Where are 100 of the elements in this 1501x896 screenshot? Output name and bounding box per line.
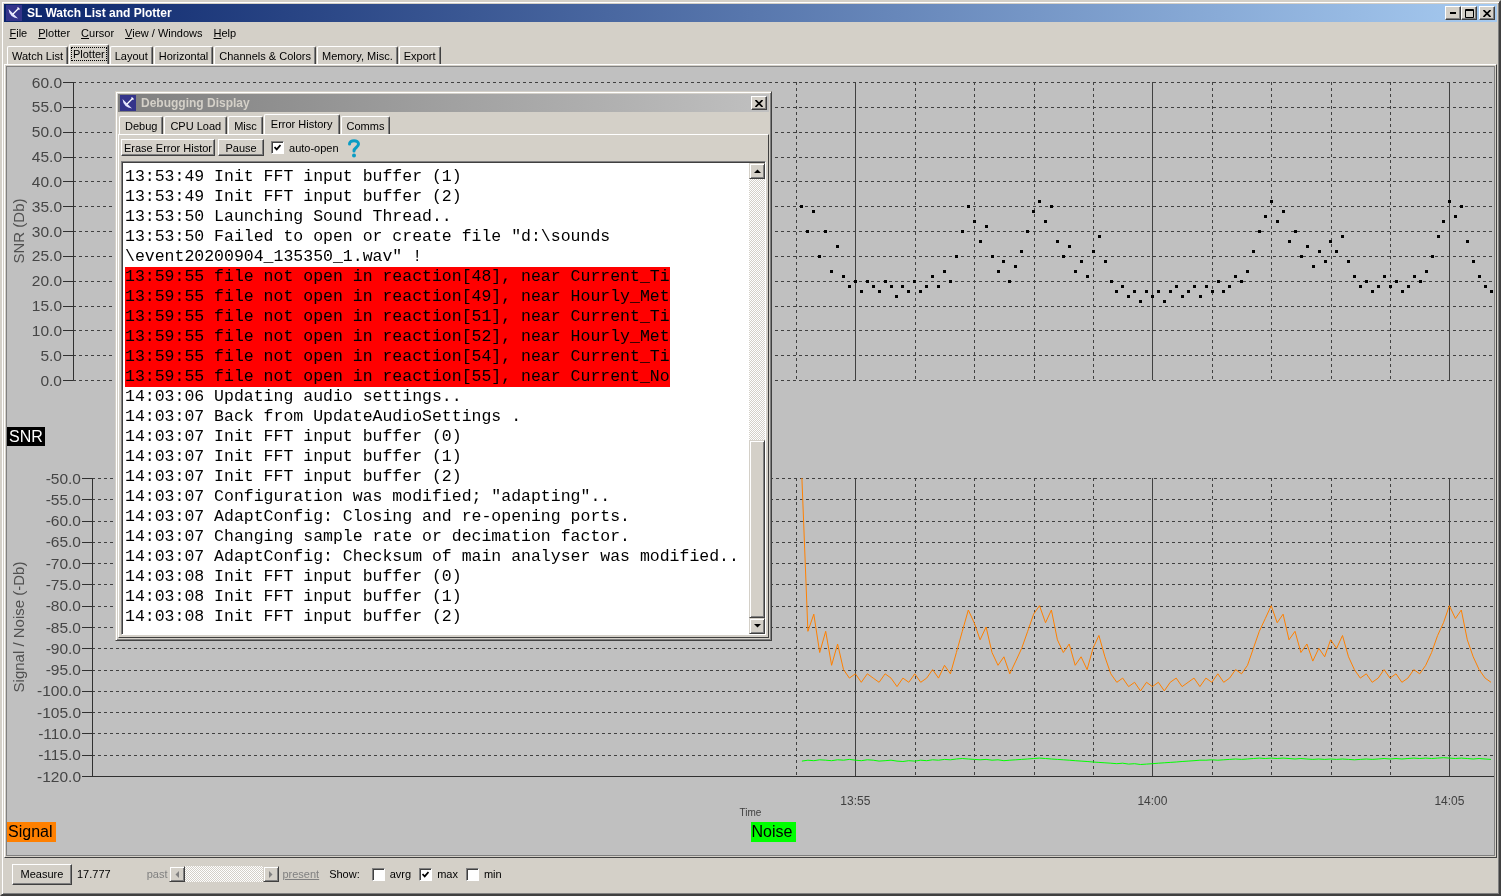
tab[interactable]: Error History — [263, 114, 340, 134]
checkbox-label[interactable]: min — [483, 868, 502, 880]
menu-item[interactable]: Cursor — [75, 26, 120, 39]
data-point — [1228, 285, 1231, 288]
log-line: 14:03:07 AdaptConfig: Closing and re-opening ports. — [125, 507, 630, 527]
data-point — [1359, 285, 1362, 288]
checkbox[interactable] — [271, 141, 285, 154]
vertical-scrollbar[interactable] — [749, 163, 765, 634]
axis-tick-label: 15.0 — [31, 297, 62, 314]
tab[interactable]: Misc — [228, 116, 263, 134]
checkbox-label[interactable]: avrg — [389, 868, 412, 880]
data-point — [1056, 240, 1059, 243]
data-point — [1484, 285, 1487, 288]
menu-item[interactable]: Help — [208, 26, 242, 39]
data-point — [919, 290, 922, 293]
data-point — [1448, 200, 1451, 203]
axis-title: SNR (Db) — [9, 198, 27, 264]
axis-tick-label: 14:00 — [1137, 794, 1168, 808]
data-point — [1115, 290, 1118, 293]
axis-tick-label: -85.0 — [45, 618, 81, 636]
data-point — [860, 290, 863, 293]
data-point — [1329, 240, 1332, 243]
data-point — [1425, 270, 1428, 273]
axis-tick-label: -55.0 — [45, 490, 81, 508]
tab[interactable]: CPU Load — [164, 116, 228, 134]
axis-tick-label: -105.0 — [37, 703, 81, 721]
scroll-down-button[interactable] — [749, 618, 765, 634]
data-point — [1472, 260, 1475, 263]
data-point — [1341, 235, 1344, 238]
data-point — [949, 280, 952, 283]
tab[interactable]: Memory, Misc. — [317, 46, 398, 64]
data-point — [1193, 285, 1196, 288]
log-line: 13:53:50 Failed to open or create file "d:\sounds — [125, 227, 611, 247]
data-point — [1127, 295, 1130, 298]
log-line: \event20200904_135350_1.wav" ! — [125, 247, 423, 267]
data-point — [1014, 265, 1017, 268]
data-point — [1086, 275, 1089, 278]
tab[interactable]: Plotter — [68, 44, 109, 64]
data-point — [1318, 250, 1321, 253]
data-point — [1187, 290, 1190, 293]
scrollbar-thumb[interactable] — [749, 440, 765, 618]
tab[interactable]: Comms — [340, 116, 391, 134]
scroll-left-button[interactable] — [169, 866, 186, 882]
data-point — [1139, 300, 1142, 303]
right-arrow-icon — [269, 870, 274, 878]
close-button[interactable] — [1479, 6, 1495, 20]
data-point — [1389, 285, 1392, 288]
menu-item[interactable]: File — [4, 26, 33, 39]
minimize-button[interactable] — [1445, 6, 1461, 20]
tab[interactable]: Horizontal — [153, 46, 214, 64]
checkbox-label[interactable]: auto-open — [289, 141, 339, 154]
data-point — [1050, 205, 1053, 208]
tab[interactable]: Channels & Colors — [214, 46, 317, 64]
data-point — [836, 245, 839, 248]
menu-item[interactable]: Plotter — [32, 26, 76, 39]
log-line: 14:03:07 Init FFT input buffer (2) — [125, 467, 462, 487]
axis-tick-label: 55.0 — [31, 98, 62, 116]
data-point — [943, 270, 946, 273]
measure-button[interactable]: Measure — [12, 863, 72, 885]
data-point — [931, 275, 934, 278]
menu-item[interactable]: View / Windows — [119, 26, 208, 39]
data-point — [1080, 260, 1083, 263]
axis-tick-label: -90.0 — [45, 639, 81, 657]
axis-tick-label: 60.0 — [31, 73, 62, 91]
checkbox[interactable] — [371, 867, 385, 881]
log-line: 14:03:06 Updating audio settings.. — [125, 387, 462, 407]
data-point — [1157, 290, 1160, 293]
checkbox[interactable] — [465, 867, 479, 881]
erase-button[interactable]: Erase Error Histor — [121, 139, 216, 156]
axis-tick-label: 10.0 — [31, 321, 62, 339]
checkbox-label[interactable]: max — [437, 868, 458, 880]
maximize-button[interactable] — [1461, 6, 1477, 20]
data-point — [955, 255, 958, 258]
tab[interactable]: Debug — [119, 116, 164, 134]
tab[interactable]: Layout — [109, 46, 153, 64]
data-point — [1062, 255, 1065, 258]
scroll-up-button[interactable] — [749, 163, 765, 179]
log-text-area[interactable] — [121, 161, 766, 635]
data-point — [1074, 270, 1077, 273]
data-point — [985, 225, 988, 228]
axis-tick-label: 45.0 — [31, 148, 62, 165]
scroll-right-button[interactable] — [263, 866, 280, 882]
data-point — [890, 285, 893, 288]
pause-button[interactable]: Pause — [218, 139, 265, 156]
data-point — [1478, 275, 1481, 278]
data-point — [1240, 280, 1243, 283]
data-point — [872, 285, 875, 288]
tab[interactable]: Export — [398, 46, 441, 64]
checkbox[interactable] — [419, 867, 433, 881]
data-point — [1038, 200, 1041, 203]
satellite-dish-icon — [120, 95, 136, 111]
data-point — [973, 220, 976, 223]
tab[interactable]: Watch List — [7, 46, 68, 64]
data-point — [818, 255, 821, 258]
log-line: 13:53:50 Launching Sound Thread.. — [125, 207, 452, 227]
data-point — [1121, 285, 1124, 288]
axis-tick-label: 40.0 — [31, 172, 62, 190]
left-arrow-icon — [175, 870, 180, 878]
time-scrollbar[interactable] — [169, 866, 280, 882]
data-point — [1133, 290, 1136, 293]
